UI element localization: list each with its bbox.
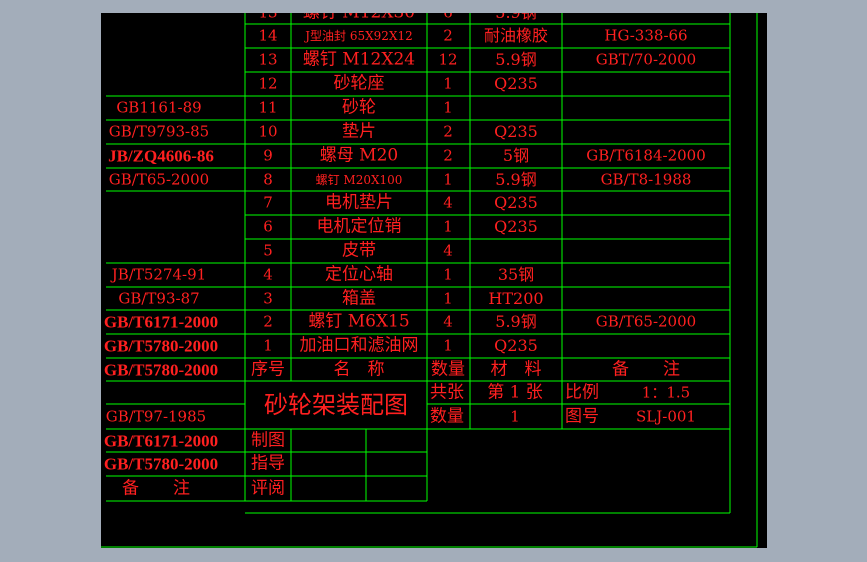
header-quantity: 数量 bbox=[431, 359, 465, 379]
part-note: GB/T6184-2000 bbox=[586, 146, 706, 165]
part-material: 35钢 bbox=[497, 265, 535, 284]
part-material: Q235 bbox=[494, 74, 538, 93]
part-name: 螺钉 M12X30 bbox=[303, 13, 415, 21]
part-standard: JB/ZQ4606-86 bbox=[108, 146, 214, 166]
part-name: J型油封 65X92X12 bbox=[305, 29, 413, 43]
quantity-label: 数量 bbox=[430, 406, 464, 426]
reviewed-by-label: 评阅 bbox=[251, 478, 285, 498]
scale-label: 比例 bbox=[565, 382, 599, 402]
part-standard: GB/T93-87 bbox=[118, 289, 200, 307]
part-number: 6 bbox=[263, 217, 273, 236]
part-name: 砂轮 bbox=[342, 97, 376, 118]
part-note: HG-338-66 bbox=[604, 26, 688, 45]
part-note: GBT/70-2000 bbox=[595, 50, 697, 69]
guided-by-label: 指导 bbox=[251, 453, 285, 474]
part-material: Q235 bbox=[494, 336, 538, 355]
part-quantity: 2 bbox=[443, 26, 453, 45]
part-number: 8 bbox=[263, 170, 273, 188]
part-material: 5.9钢 bbox=[495, 50, 537, 69]
part-quantity: 2 bbox=[443, 146, 453, 165]
scale-value: 1：1.5 bbox=[641, 383, 691, 401]
part-standard: GB1161-89 bbox=[116, 98, 202, 117]
header-name: 名 称 bbox=[333, 359, 385, 379]
cad-drawing-canvas[interactable]: 13螺钉 M12X3065.9钢14J型油封 65X92X122耐油橡胶HG-3… bbox=[101, 13, 767, 548]
part-quantity: 1 bbox=[443, 217, 453, 236]
part-quantity: 1 bbox=[443, 98, 453, 117]
part-quantity: 12 bbox=[438, 50, 458, 69]
part-quantity: 1 bbox=[443, 289, 453, 307]
part-note: GB/T65-2000 bbox=[595, 312, 697, 331]
part-quantity: 1 bbox=[443, 265, 453, 284]
part-number: 13 bbox=[258, 50, 278, 69]
part-number: 5 bbox=[263, 241, 273, 260]
part-name: 加油口和滤油网 bbox=[299, 335, 419, 356]
part-material: Q235 bbox=[494, 193, 538, 212]
left-standard: GB/T97-1985 bbox=[105, 407, 207, 425]
part-standard: GB/T9793-85 bbox=[108, 122, 210, 141]
notes-label: 备 注 bbox=[122, 478, 190, 498]
part-number: 1 bbox=[263, 336, 273, 355]
header-number: 序号 bbox=[251, 359, 285, 379]
part-quantity: 4 bbox=[443, 193, 453, 212]
header-standard: GB/T5780-2000 bbox=[103, 360, 219, 379]
part-number: 2 bbox=[263, 312, 273, 331]
part-name: 皮带 bbox=[342, 240, 376, 261]
left-standard-row: GB/T5780-2000 bbox=[103, 454, 219, 474]
part-standard: GB/T5780-2000 bbox=[103, 336, 219, 356]
part-material: 耐油橡胶 bbox=[483, 26, 549, 45]
part-standard: GB/T65-2000 bbox=[108, 170, 210, 188]
part-name: 砂轮座 bbox=[333, 73, 385, 94]
drawing-no-label: 图号 bbox=[565, 406, 599, 426]
left-standard-row: GB/T6171-2000 bbox=[103, 431, 219, 450]
total-sheets-label: 共张 bbox=[430, 382, 464, 402]
sheet-label: 第 1 张 bbox=[487, 382, 543, 402]
part-quantity: 6 bbox=[443, 13, 453, 20]
part-number: 13 bbox=[258, 13, 277, 20]
part-material: 5.9钢 bbox=[495, 312, 537, 331]
part-number: 4 bbox=[263, 265, 273, 284]
header-note: 备 注 bbox=[612, 359, 680, 379]
part-standard: GB/T6171-2000 bbox=[103, 312, 219, 332]
drawing-no-value: SLJ-001 bbox=[636, 407, 696, 425]
part-name: 螺钉 M12X24 bbox=[302, 49, 416, 70]
part-material: Q235 bbox=[494, 217, 538, 236]
part-standard: JB/T5274-91 bbox=[111, 265, 207, 284]
part-note: GB/T8-1988 bbox=[600, 170, 692, 188]
part-material: 5.9钢 bbox=[495, 13, 536, 21]
part-name: 电机定位销 bbox=[316, 216, 402, 237]
part-material: HT200 bbox=[488, 288, 544, 308]
part-number: 10 bbox=[258, 122, 278, 141]
part-quantity: 2 bbox=[443, 122, 453, 141]
drawing-title: 砂轮架装配图 bbox=[264, 391, 408, 419]
part-quantity: 1 bbox=[443, 74, 453, 93]
part-number: 9 bbox=[263, 146, 273, 165]
part-number: 7 bbox=[263, 193, 273, 212]
part-number: 12 bbox=[258, 74, 278, 93]
part-quantity: 1 bbox=[443, 170, 453, 188]
part-name: 垫片 bbox=[342, 121, 376, 142]
part-number: 3 bbox=[263, 289, 273, 307]
part-quantity: 1 bbox=[443, 336, 453, 355]
part-material: Q235 bbox=[494, 122, 538, 141]
part-name: 螺钉 M20X100 bbox=[315, 172, 403, 187]
part-name: 螺母 M20 bbox=[319, 145, 399, 166]
part-material: 5钢 bbox=[502, 146, 530, 165]
part-number: 14 bbox=[258, 26, 278, 45]
part-name: 螺钉 M6X15 bbox=[308, 311, 410, 332]
quantity-value: 1 bbox=[510, 407, 520, 425]
part-name: 定位心轴 bbox=[325, 264, 393, 285]
header-material: 材 料 bbox=[490, 359, 542, 379]
part-material: 5.9钢 bbox=[495, 169, 537, 189]
part-number: 11 bbox=[258, 98, 278, 117]
part-name: 电机垫片 bbox=[325, 192, 393, 213]
drawn-by-label: 制图 bbox=[251, 430, 285, 450]
part-name: 箱盖 bbox=[342, 288, 376, 308]
part-quantity: 4 bbox=[443, 241, 453, 260]
part-quantity: 4 bbox=[443, 312, 453, 331]
